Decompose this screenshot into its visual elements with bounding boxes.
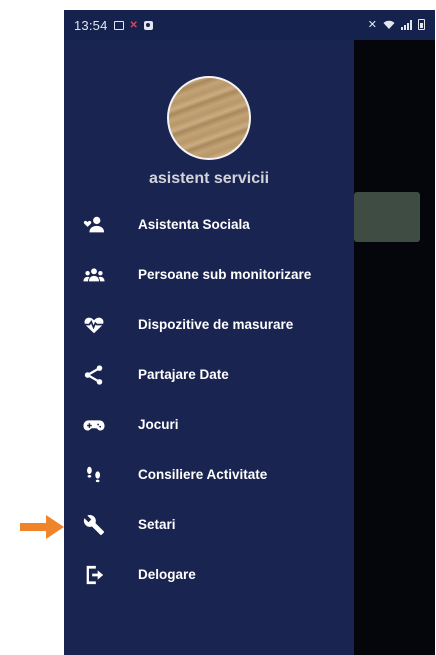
username: asistent servicii <box>148 170 270 187</box>
menu-item-dispozitive-de-masurare[interactable]: Dispozitive de masurare <box>64 300 354 350</box>
menu-item-setari[interactable]: Setari <box>64 500 354 550</box>
phone-screen: 13:54 ✕ ✕ asistent servicii Asistenta So… <box>64 10 435 655</box>
menu-item-label: Dispozitive de masurare <box>138 317 294 332</box>
heartbeat-icon <box>81 312 107 338</box>
logout-icon <box>81 562 107 588</box>
menu-item-label: Consiliere Activitate <box>138 467 268 482</box>
app-square-icon <box>143 20 153 30</box>
background-card <box>354 192 420 242</box>
menu-item-label: Partajare Date <box>138 367 229 382</box>
menu-item-asistenta-sociala[interactable]: Asistenta Sociala <box>64 200 354 250</box>
menu-item-label: Setari <box>138 517 176 532</box>
battery-icon <box>418 19 425 30</box>
mute-icon: ✕ <box>367 19 377 31</box>
menu-item-jocuri[interactable]: Jocuri <box>64 400 354 450</box>
status-time: 13:54 <box>74 17 108 33</box>
footsteps-icon <box>81 462 107 488</box>
menu-item-delogare[interactable]: Delogare <box>64 550 354 600</box>
notification-x-icon: ✕ <box>129 19 138 31</box>
menu-item-persoane-sub-monitorizare[interactable]: Persoane sub monitorizare <box>64 250 354 300</box>
people-heart-icon <box>81 212 107 238</box>
gamepad-icon <box>81 412 107 438</box>
wifi-icon <box>383 20 395 29</box>
menu-item-label: Jocuri <box>138 417 179 432</box>
menu-item-label: Asistenta Sociala <box>138 217 250 232</box>
annotation-arrow <box>20 515 64 539</box>
share-icon <box>81 362 107 388</box>
image-icon <box>113 20 124 30</box>
avatar[interactable] <box>167 76 251 160</box>
menu-item-label: Persoane sub monitorizare <box>138 267 312 282</box>
menu-item-partajare-date[interactable]: Partajare Date <box>64 350 354 400</box>
wrench-icon <box>81 512 107 538</box>
menu-item-label: Delogare <box>138 567 196 582</box>
navigation-drawer: asistent servicii Asistenta Sociala Pers… <box>64 40 354 655</box>
group-icon <box>81 262 107 288</box>
signal-icon <box>401 19 412 30</box>
menu-item-consiliere-activitate[interactable]: Consiliere Activitate <box>64 450 354 500</box>
status-bar: 13:54 ✕ ✕ <box>64 10 435 40</box>
drawer-menu: Asistenta Sociala Persoane sub monitoriz… <box>64 200 354 600</box>
